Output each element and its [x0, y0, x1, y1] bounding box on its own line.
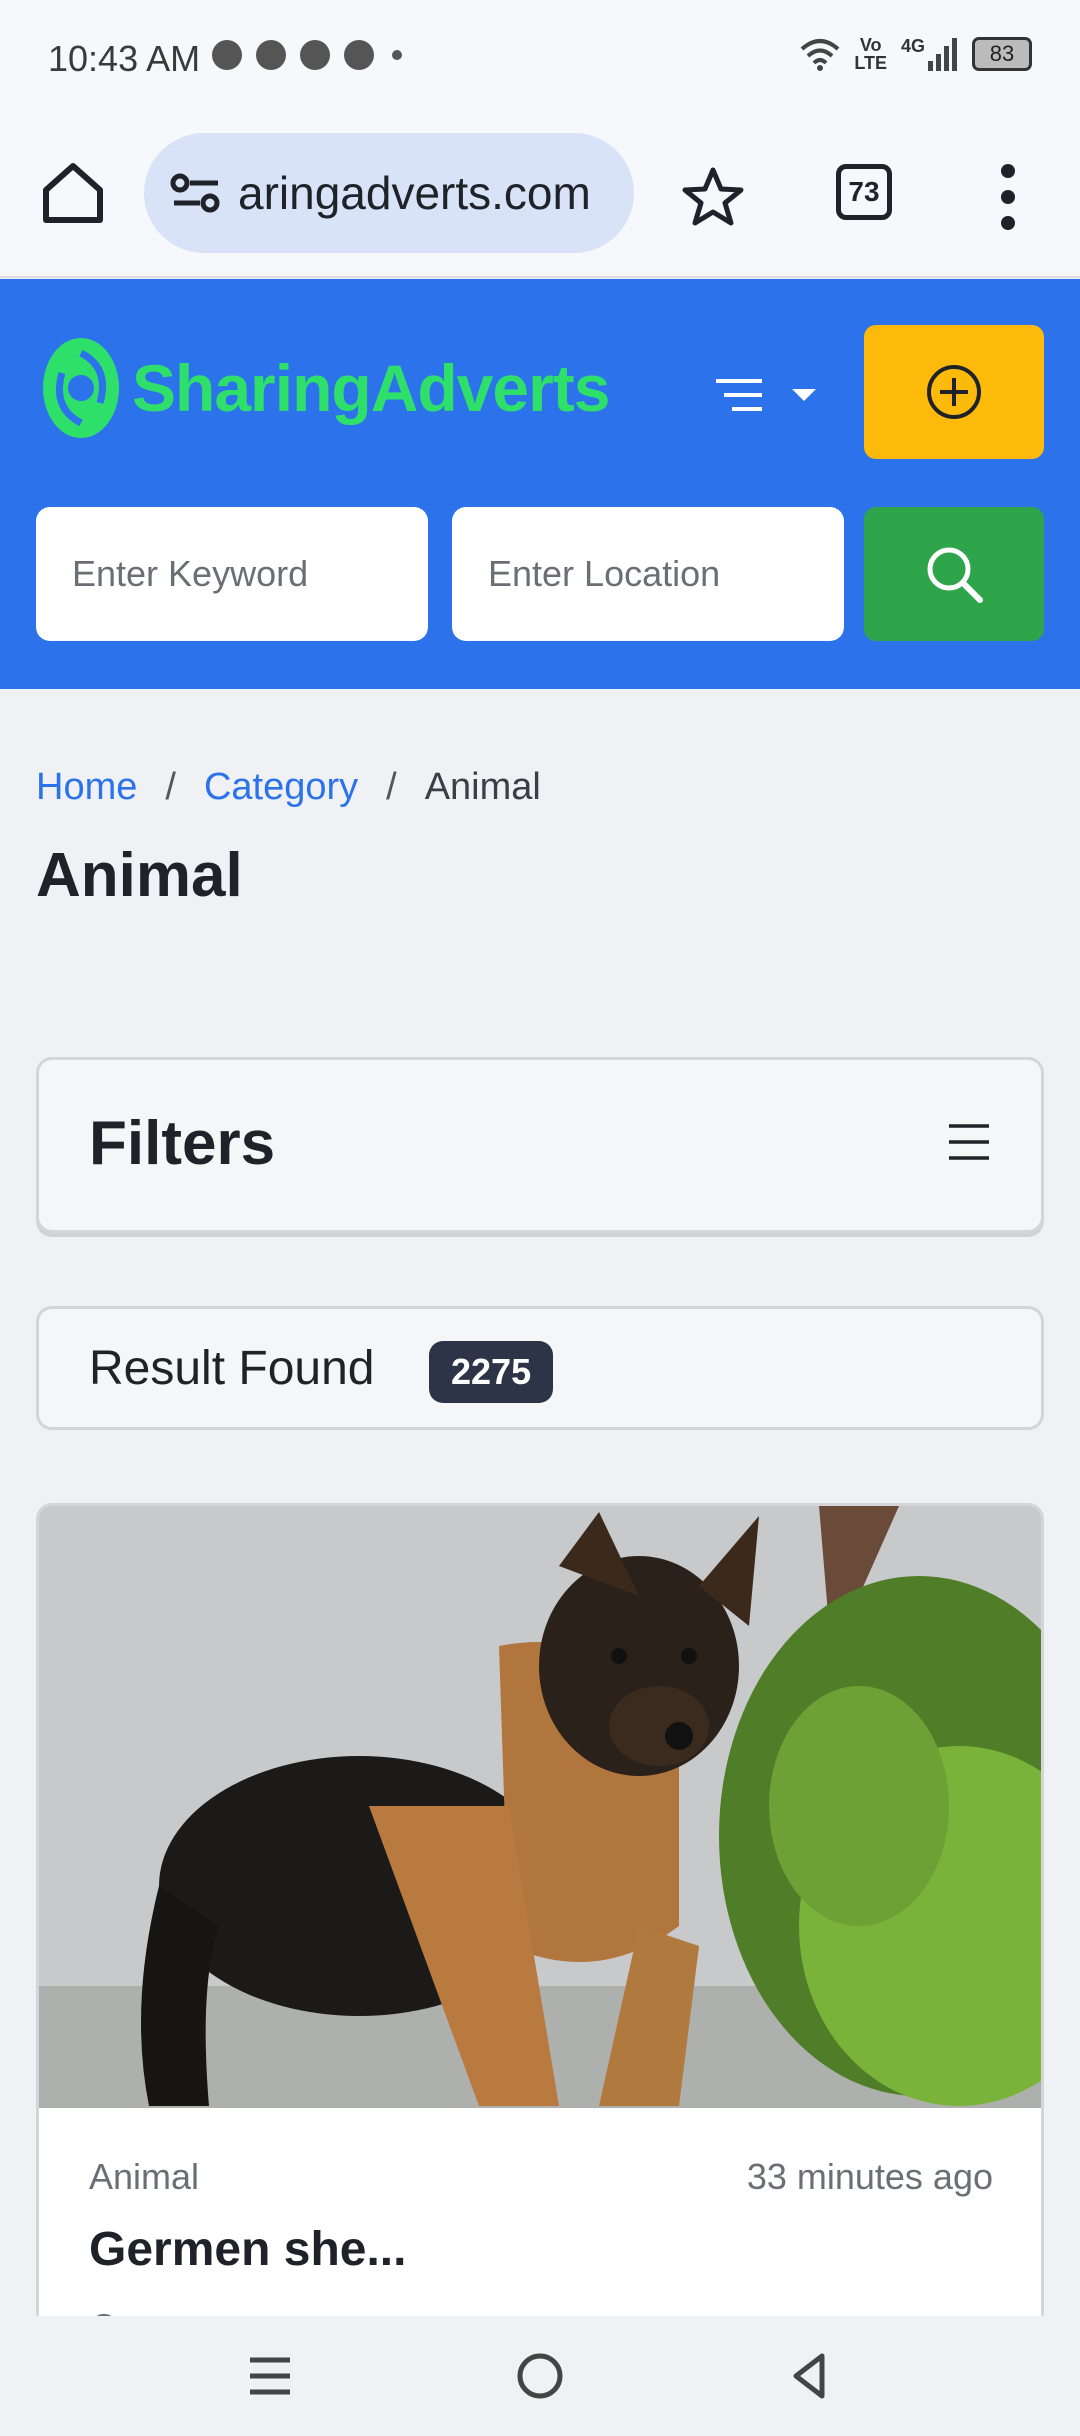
dog-photo-illustration — [39, 1506, 1041, 2108]
volte-bottom-label: LTE — [854, 53, 887, 73]
home-icon[interactable] — [38, 158, 108, 228]
bookmark-star-icon[interactable] — [680, 164, 746, 230]
back-icon[interactable] — [778, 2344, 842, 2408]
signal-bars-icon — [928, 38, 957, 71]
logo-text: SharingAdverts — [132, 350, 611, 426]
breadcrumb-separator: / — [386, 766, 397, 808]
breadcrumb-category-link[interactable]: Category — [204, 766, 358, 809]
status-time: 10:43 AM — [48, 38, 201, 79]
breadcrumb: Home / Category / Animal — [36, 766, 541, 809]
tab-switcher-button[interactable]: 73 — [836, 164, 892, 220]
snapchat-notification-icon — [256, 40, 286, 70]
logo-text-part-2: Adverts — [370, 351, 611, 425]
results-label: Result Found — [89, 1342, 375, 1395]
home-button-icon[interactable] — [508, 2344, 572, 2408]
site-settings-icon[interactable] — [166, 163, 226, 223]
url-text[interactable]: aringadverts.com — [238, 166, 591, 220]
browser-toolbar: aringadverts.com 73 — [0, 118, 1080, 278]
listing-title[interactable]: Germen she... — [89, 2222, 406, 2277]
breadcrumb-separator: / — [165, 766, 176, 808]
wifi-icon — [800, 39, 840, 71]
volte-top-label: Vo — [859, 35, 882, 55]
breadcrumb-current: Animal — [424, 766, 541, 808]
site-logo[interactable]: SharingAdverts — [40, 333, 611, 443]
plus-circle-icon — [927, 365, 981, 419]
messages-notification-icon — [212, 40, 242, 70]
status-bar: 10:43 AM Vo LTE 4G 83 — [0, 0, 1080, 118]
keyword-input[interactable] — [36, 507, 428, 641]
nav-menu-toggle-icon[interactable] — [712, 367, 822, 427]
address-bar[interactable]: aringadverts.com — [144, 133, 634, 253]
more-notifications-dot-icon — [392, 50, 402, 60]
sim-notification-icon — [300, 40, 330, 70]
page-title: Animal — [36, 841, 243, 910]
more-options-icon[interactable] — [1000, 162, 1016, 232]
logo-text-part-1: Sharing — [132, 351, 372, 425]
listing-category: Animal — [89, 2156, 200, 2197]
volte-indicator: Vo LTE — [854, 36, 887, 72]
filters-menu-icon[interactable] — [947, 1122, 991, 1162]
listing-time: 33 minutes ago — [746, 2156, 993, 2197]
results-summary: Result Found 2275 — [36, 1306, 1044, 1430]
notification-icons — [212, 40, 402, 70]
site-header: SharingAdverts — [0, 279, 1080, 689]
search-button[interactable] — [864, 507, 1044, 641]
system-navigation-bar — [0, 2316, 1080, 2436]
location-input[interactable] — [452, 507, 844, 641]
results-count-badge: 2275 — [429, 1341, 554, 1403]
listing-card[interactable]: Animal 33 minutes ago Germen she... — [36, 1503, 1044, 2333]
filters-panel[interactable]: Filters — [36, 1057, 1044, 1233]
breadcrumb-home-link[interactable]: Home — [36, 766, 137, 809]
recent-apps-icon[interactable] — [238, 2344, 302, 2408]
cast-notification-icon — [344, 40, 374, 70]
signal-label: 4G — [900, 36, 925, 56]
battery-icon: 83 — [972, 37, 1032, 71]
status-indicators: Vo LTE 4G 83 — [800, 36, 1032, 72]
logo-mark-icon — [43, 338, 119, 438]
post-ad-button[interactable] — [864, 325, 1044, 459]
filters-title: Filters — [89, 1109, 276, 1178]
search-icon — [927, 547, 983, 603]
signal-indicator: 4G — [901, 37, 958, 71]
listing-image[interactable] — [39, 1506, 1041, 2108]
